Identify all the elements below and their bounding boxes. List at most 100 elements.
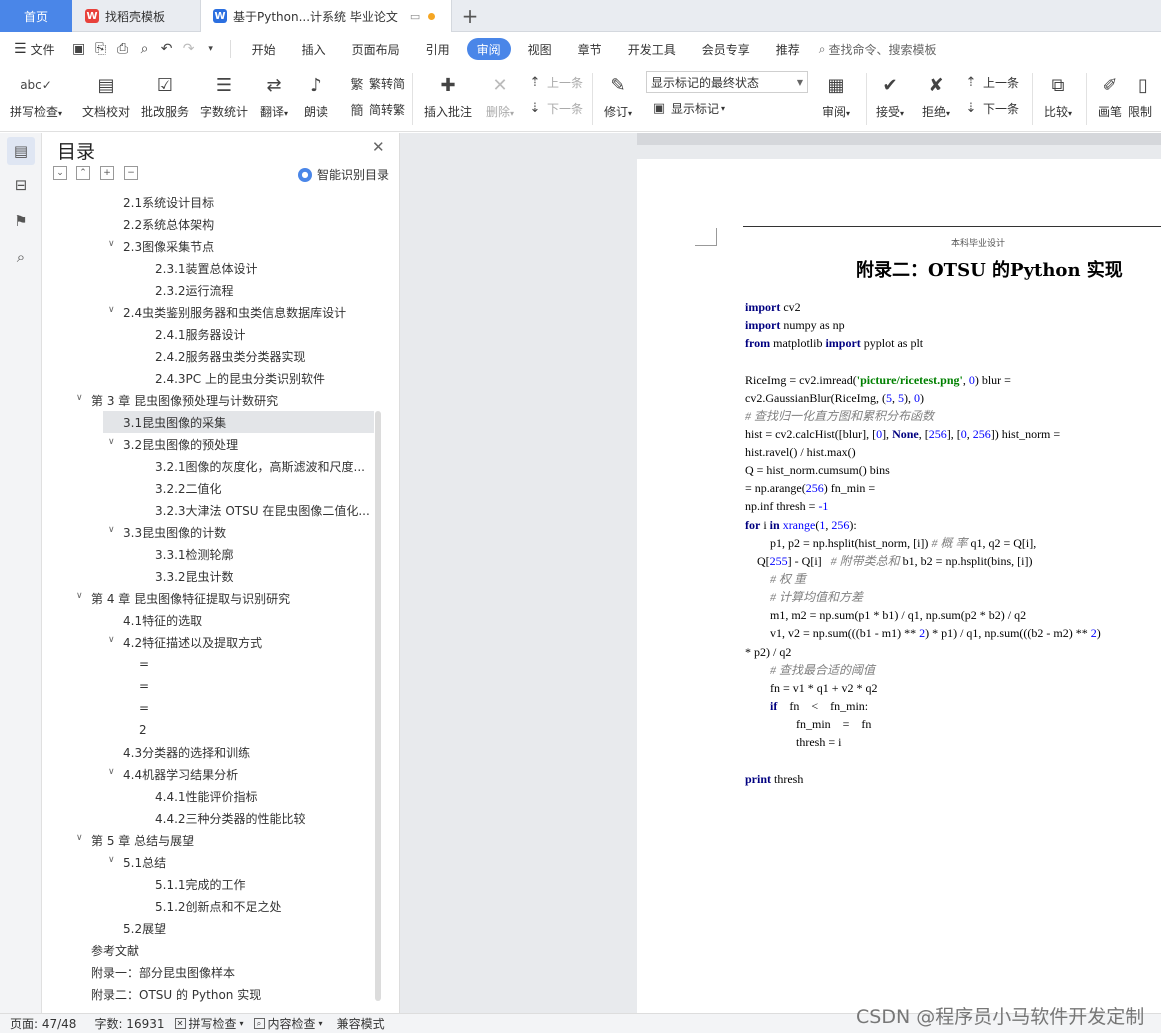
read-aloud-button[interactable]: ♪ 朗读 (286, 69, 346, 120)
show-markup-button[interactable]: ▣ 显示标记 ▾ (650, 100, 725, 117)
toc-item[interactable]: 2 (139, 719, 179, 741)
spell-check-toggle[interactable]: ✕ 拼写检查 ▾ (174, 1015, 244, 1032)
collapse-down-icon[interactable]: ⌄ (53, 166, 67, 180)
toc-item[interactable]: = (139, 653, 179, 675)
toc-item[interactable]: 4.4.1性能评价指标 (155, 785, 370, 807)
chevron-down-icon[interactable]: ∨ (76, 591, 83, 601)
menu-review[interactable]: 审阅 (466, 38, 511, 60)
toc-item[interactable]: 5.1.2创新点和不足之处 (155, 895, 370, 917)
chevron-down-icon[interactable]: ∨ (108, 437, 115, 447)
compare-button[interactable]: ⧉ 比较▾ (1028, 69, 1088, 120)
tab-templates[interactable]: W 找稻壳模板 (73, 0, 199, 32)
toc-item[interactable]: 4.1特征的选取 (123, 609, 363, 631)
chevron-down-icon[interactable]: ∨ (76, 833, 83, 843)
toc-scrollbar[interactable] (375, 411, 381, 1001)
print-icon[interactable]: ⎙ (112, 38, 134, 60)
menu-developer[interactable]: 开发工具 (615, 38, 689, 60)
toc-item[interactable]: 4.3分类器的选择和训练 (123, 741, 363, 763)
next-change-button[interactable]: ⇣ 下一条 (962, 100, 1019, 117)
menu-chapter[interactable]: 章节 (565, 38, 615, 60)
chevron-down-icon[interactable]: ∨ (108, 239, 115, 249)
search-icon[interactable]: ⌕ (7, 243, 35, 271)
dropdown-icon[interactable]: ▾ (200, 38, 222, 60)
print-preview-icon[interactable]: ⌕ (134, 38, 156, 60)
save-icon[interactable]: ▣ (68, 38, 90, 60)
toc-item[interactable]: 2.3图像采集节点 (123, 235, 363, 257)
toc-item[interactable]: 3.3昆虫图像的计数 (123, 521, 363, 543)
document-page[interactable]: 本科毕业设计 附录二：OTSU 的Python 实现 import cv2 im… (637, 159, 1161, 1013)
markup-state-select[interactable]: 显示标记的最终状态 ▼ (646, 71, 808, 93)
prev-change-button[interactable]: ⇡ 上一条 (962, 74, 1019, 91)
toc-item[interactable]: 2.4.2服务器虫类分类器实现 (155, 345, 370, 367)
monitor-icon[interactable]: ▭ (410, 10, 420, 23)
menu-view[interactable]: 视图 (515, 38, 565, 60)
toc-item[interactable]: 3.3.2昆虫计数 (155, 565, 370, 587)
collapse-all-icon[interactable]: − (124, 166, 138, 180)
toc-item[interactable]: 第 5 章 总结与展望 (91, 829, 371, 851)
review-pane-button[interactable]: ▦ 审阅▾ (806, 69, 866, 120)
chevron-down-icon[interactable]: ∨ (108, 305, 115, 315)
chevron-down-icon[interactable]: ∨ (108, 635, 115, 645)
toc-item[interactable]: 参考文献 (91, 939, 371, 961)
undo-icon[interactable]: ↶ (156, 38, 178, 60)
toc-item[interactable]: 附录一：部分昆虫图像样本 (91, 961, 371, 983)
collapse-up-icon[interactable]: ⌃ (76, 166, 90, 180)
next-comment-button[interactable]: ⇣ 下一条 (526, 100, 583, 117)
chevron-down-icon[interactable]: ∨ (108, 855, 115, 865)
delete-comment-button[interactable]: ✕ 删除▾ (470, 69, 530, 120)
tab-document[interactable]: W 基于Python...计系统 毕业论文 ▭ (200, 0, 452, 32)
toc-item[interactable]: 2.2系统总体架构 (123, 213, 363, 235)
toc-item[interactable]: 3.3.1检测轮廓 (155, 543, 370, 565)
menu-insert[interactable]: 插入 (289, 38, 339, 60)
toc-item[interactable]: 2.3.2运行流程 (155, 279, 370, 301)
toc-item[interactable]: 第 3 章 昆虫图像预处理与计数研究 (91, 389, 371, 411)
chevron-down-icon[interactable]: ∨ (76, 393, 83, 403)
redo-icon[interactable]: ↷ (178, 38, 200, 60)
toc-item[interactable]: 2.4.1服务器设计 (155, 323, 370, 345)
menu-home[interactable]: 开始 (239, 38, 289, 60)
toc-item[interactable]: 第 4 章 昆虫图像特征提取与识别研究 (91, 587, 371, 609)
toc-item[interactable]: 4.4.2三种分类器的性能比较 (155, 807, 370, 829)
command-search[interactable]: ⌕ 查找命令、搜索模板 (819, 41, 937, 58)
menu-recommend[interactable]: 推荐 (763, 38, 813, 60)
menu-member[interactable]: 会员专享 (689, 38, 763, 60)
insert-comment-button[interactable]: ✚ 插入批注 (418, 69, 478, 120)
prev-comment-button[interactable]: ⇡ 上一条 (526, 74, 583, 91)
limit-button[interactable]: ▯ 限制 (1128, 69, 1161, 120)
bookmark-icon[interactable]: ⚑ (7, 207, 35, 235)
menu-references[interactable]: 引用 (413, 38, 463, 60)
toc-item[interactable]: 3.2.1图像的灰度化，高斯滤波和尺度... (155, 455, 370, 477)
expand-all-icon[interactable]: + (100, 166, 114, 180)
toc-item[interactable]: 4.2特征描述以及提取方式 (123, 631, 363, 653)
spell-check-button[interactable]: abc✓ 拼写检查▾ (6, 69, 66, 120)
page-indicator[interactable]: 页面: 47/48 (10, 1015, 76, 1032)
toc-item[interactable]: 5.1.1完成的工作 (155, 873, 370, 895)
toc-item[interactable]: 2.4虫类鉴别服务器和虫类信息数据库设计 (123, 301, 368, 323)
new-tab-button[interactable]: + (452, 0, 488, 32)
reject-button[interactable]: ✘ 拒绝▾ (906, 69, 966, 120)
word-count[interactable]: 字数: 16931 (94, 1015, 164, 1032)
chevron-down-icon[interactable]: ∨ (108, 767, 115, 777)
doc-proof-button[interactable]: ▤ 文档校对 (76, 69, 136, 120)
menu-page-layout[interactable]: 页面布局 (339, 38, 413, 60)
revise-button[interactable]: ✎ 修订▾ (588, 69, 648, 120)
chevron-down-icon[interactable]: ∨ (108, 525, 115, 535)
close-icon[interactable]: ✕ (372, 138, 385, 156)
toc-item[interactable]: 5.2展望 (123, 917, 363, 939)
toc-item[interactable]: = (139, 697, 179, 719)
toc-item[interactable]: 3.2昆虫图像的预处理 (123, 433, 363, 455)
toc-item[interactable]: = (139, 675, 179, 697)
toc-item[interactable]: 附录二：OTSU 的 Python 实现 (91, 983, 371, 1005)
content-check-toggle[interactable]: ⌕ 内容检查 ▾ (253, 1015, 323, 1032)
toc-item[interactable]: 2.3.1装置总体设计 (155, 257, 370, 279)
toc-item[interactable]: 4.4机器学习结果分析 (123, 763, 363, 785)
toc-item-selected[interactable]: 3.1昆虫图像的采集 (103, 411, 374, 433)
simp-to-trad-button[interactable]: 簡简转繁 (348, 100, 405, 119)
toc-item[interactable]: 2.1系统设计目标 (123, 191, 363, 213)
file-menu[interactable]: ☰ 文件 (0, 38, 68, 60)
toc-item[interactable]: 5.1总结 (123, 851, 363, 873)
toc-item[interactable]: 3.2.2二值化 (155, 477, 370, 499)
batch-service-button[interactable]: ☑ 批改服务 (135, 69, 195, 120)
chapter-nav-icon[interactable]: ⊟ (7, 171, 35, 199)
toc-item[interactable]: 2.4.3PC 上的昆虫分类识别软件 (155, 367, 370, 389)
